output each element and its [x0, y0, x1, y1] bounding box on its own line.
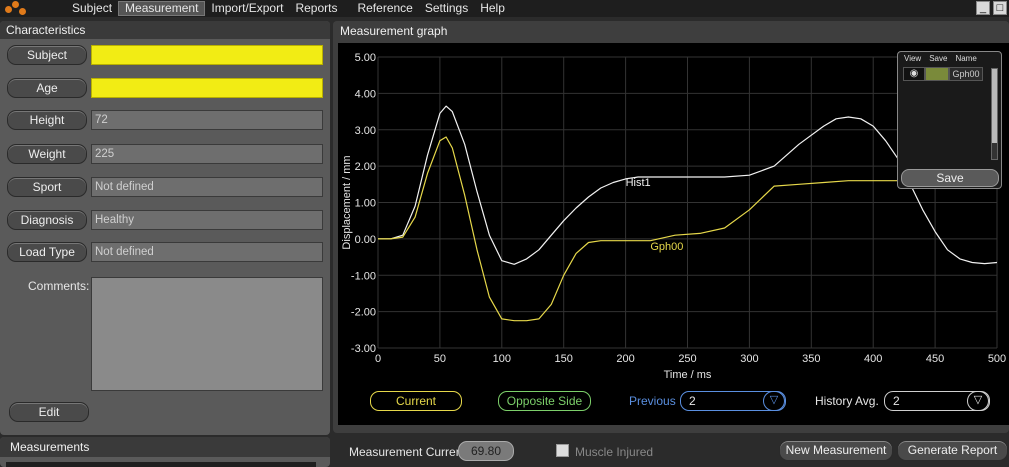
minimize-button[interactable]: _: [976, 1, 990, 15]
history-save-button[interactable]: Save: [901, 169, 999, 187]
previous-value: 2: [689, 394, 696, 408]
field-row-height: Height 72: [7, 110, 323, 130]
history-header-name: Name: [955, 54, 977, 63]
diagnosis-field[interactable]: Healthy: [91, 210, 323, 230]
characteristics-title: Characteristics: [0, 21, 330, 39]
x-tick-label: 300: [740, 353, 758, 365]
history-name: Gph00: [949, 67, 983, 81]
x-tick-label: 100: [493, 353, 511, 365]
history-header-view: View: [904, 54, 922, 63]
age-label-button[interactable]: Age: [7, 78, 87, 98]
field-row-diagnosis: Diagnosis Healthy: [7, 210, 323, 230]
x-axis-label: Time / ms: [664, 369, 712, 381]
edit-button[interactable]: Edit: [9, 402, 89, 422]
y-tick-label: 5.00: [355, 52, 376, 64]
maximize-button[interactable]: □: [993, 1, 1007, 15]
x-tick-label: 500: [988, 353, 1006, 365]
y-tick-label: 1.00: [355, 198, 376, 210]
x-tick-label: 350: [802, 353, 820, 365]
previous-select[interactable]: 2 ▽: [680, 391, 786, 411]
sport-field[interactable]: Not defined: [91, 177, 323, 197]
measurements-list[interactable]: [6, 462, 316, 467]
comments-textarea[interactable]: [91, 277, 323, 391]
height-field[interactable]: 72: [91, 110, 323, 130]
menu-reference[interactable]: Reference: [351, 1, 418, 16]
x-tick-label: 250: [678, 353, 696, 365]
characteristics-panel: Characteristics Subject Age Height 72 We…: [0, 21, 330, 435]
app-logo: [0, 0, 30, 17]
field-row-weight: Weight 225: [7, 144, 323, 164]
eye-icon[interactable]: ◉: [903, 67, 925, 81]
scroll-thumb[interactable]: [992, 69, 997, 143]
x-tick-label: 400: [864, 353, 882, 365]
comments-label: Comments:: [28, 279, 90, 293]
measurements-panel: Measurements: [0, 437, 330, 467]
series-label-hist1: Hist1: [626, 177, 651, 189]
legend-current-button[interactable]: Current: [370, 391, 462, 411]
history-save-checkbox[interactable]: [925, 67, 949, 81]
field-row-subject: Subject: [7, 45, 323, 65]
subject-field[interactable]: [91, 45, 323, 65]
generate-report-button[interactable]: Generate Report: [897, 440, 1008, 461]
menu-import-export[interactable]: Import/Export: [205, 1, 289, 16]
series-line-gph00: [378, 136, 936, 322]
previous-label: Previous: [629, 394, 676, 408]
menu-measurement[interactable]: Measurement: [118, 1, 206, 16]
history-avg-select[interactable]: 2 ▽: [884, 391, 990, 411]
y-tick-label: 0.00: [355, 234, 376, 246]
field-row-age: Age: [7, 78, 323, 98]
x-tick-label: 150: [555, 353, 573, 365]
muscle-injured-label: Muscle Injured: [575, 445, 654, 459]
field-row-load-type: Load Type Not defined: [7, 242, 323, 262]
legend-opposite-side-button[interactable]: Opposite Side: [498, 391, 591, 411]
age-field[interactable]: [91, 78, 323, 98]
menu-subject[interactable]: Subject: [66, 1, 118, 16]
weight-label-button[interactable]: Weight: [7, 144, 87, 164]
y-tick-label: -3.00: [351, 343, 376, 355]
x-tick-label: 450: [926, 353, 944, 365]
x-tick-label: 50: [434, 353, 446, 365]
subject-label-button[interactable]: Subject: [7, 45, 87, 65]
y-tick-label: -2.00: [351, 307, 376, 319]
graph-title: Measurement graph: [333, 21, 1009, 41]
y-axis-label: Displacement / mm: [341, 155, 353, 249]
series-label-gph00: Gph00: [650, 241, 683, 253]
chevron-down-icon[interactable]: ▽: [763, 391, 785, 411]
history-avg-label: History Avg.: [815, 394, 879, 408]
menu-reports[interactable]: Reports: [289, 1, 343, 16]
sport-label-button[interactable]: Sport: [7, 177, 87, 197]
field-row-sport: Sport Not defined: [7, 177, 323, 197]
y-tick-label: -1.00: [351, 270, 376, 282]
history-header-save: Save: [929, 54, 948, 63]
history-avg-value: 2: [893, 394, 900, 408]
muscle-injured-checkbox[interactable]: [556, 444, 569, 457]
load-type-field[interactable]: Not defined: [91, 242, 323, 262]
load-type-label-button[interactable]: Load Type: [7, 242, 87, 262]
y-tick-label: 2.00: [355, 161, 376, 173]
new-measurement-button[interactable]: New Measurement: [779, 440, 893, 461]
menu-settings[interactable]: Settings: [419, 1, 474, 16]
x-tick-label: 200: [616, 353, 634, 365]
diagnosis-label-button[interactable]: Diagnosis: [7, 210, 87, 230]
history-overlay: View Save Name ◉ Gph00 Save: [897, 51, 1002, 189]
history-scrollbar[interactable]: [991, 68, 998, 160]
weight-field[interactable]: 225: [91, 144, 323, 164]
measurement-current-label: Measurement Current:: [349, 445, 470, 459]
y-tick-label: 3.00: [355, 125, 376, 137]
history-row: ◉ Gph00: [903, 67, 987, 81]
height-label-button[interactable]: Height: [7, 110, 87, 130]
chevron-down-icon[interactable]: ▽: [967, 391, 989, 411]
menu-bar: Subject Measurement Import/Export Report…: [0, 0, 1009, 17]
y-tick-label: 4.00: [355, 88, 376, 100]
measurement-current-value: 69.80: [458, 441, 514, 461]
measurements-title: Measurements: [0, 437, 330, 457]
menu-help[interactable]: Help: [474, 1, 511, 16]
